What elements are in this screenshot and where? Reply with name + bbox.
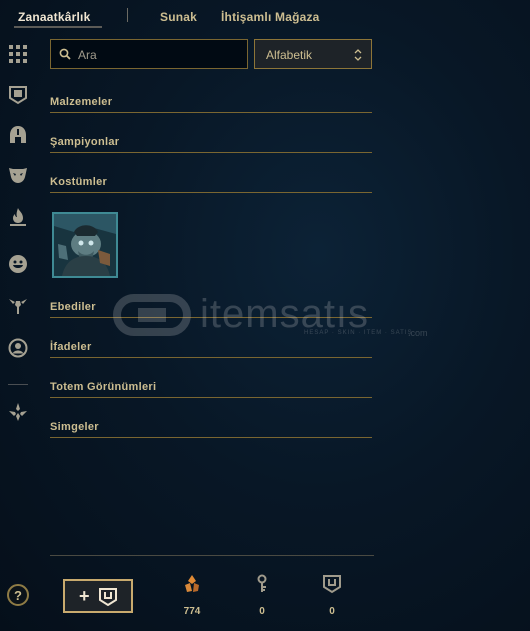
section-label: Şampiyonlar [50, 136, 120, 148]
section-label: İfadeler [50, 341, 92, 353]
totem-icon[interactable] [8, 296, 28, 316]
tab-prestige-shop[interactable]: İhtişamlı Mağaza [221, 10, 320, 24]
section-label: Malzemeler [50, 96, 113, 108]
chest-amount: 0 [329, 606, 335, 617]
key-amount: 0 [259, 606, 265, 617]
search-input[interactable]: Ara [78, 48, 97, 62]
orange-essence-amount: 774 [183, 606, 201, 617]
orange-essence-icon [185, 575, 199, 592]
chest-icon [99, 588, 117, 606]
watermark-subtext: HESAP · SKIN · ITEM · SATIŞ [304, 330, 413, 336]
section-label: Ebediler [50, 301, 96, 313]
watermark-domain: .com [408, 328, 428, 338]
section-emotes[interactable]: İfadeler [50, 341, 372, 358]
helmet-icon[interactable] [8, 125, 28, 145]
active-tab-underline [14, 26, 102, 28]
tab-altar[interactable]: Sunak [160, 10, 197, 24]
chest-icon [323, 575, 341, 594]
tab-divider [127, 8, 128, 22]
chest-icon[interactable] [8, 85, 28, 105]
section-label: Simgeler [50, 421, 99, 433]
section-champions[interactable]: Şampiyonlar [50, 136, 372, 153]
search-icon [59, 48, 71, 60]
section-materials[interactable]: Malzemeler [50, 96, 372, 113]
watermark-logo-icon [113, 294, 191, 336]
plus-label: + [79, 586, 90, 606]
orange-essence-counter: 774 [172, 574, 212, 617]
profile-icon[interactable] [8, 338, 28, 358]
sort-selected-value: Alfabetik [266, 48, 313, 62]
help-button[interactable]: ? [7, 584, 29, 606]
top-tabs: Zanaatkârlık Sunak İhtişamlı Mağaza [0, 0, 530, 34]
search-box[interactable]: Ara [50, 39, 248, 69]
flame-icon[interactable] [8, 207, 28, 227]
key-counter: 0 [242, 574, 282, 617]
section-label: Totem Görünümleri [50, 381, 157, 393]
rail-separator [8, 384, 28, 385]
skin-artwork [54, 214, 116, 276]
section-label: Kostümler [50, 176, 108, 188]
watermark: itemsatıs HESAP · SKIN · ITEM · SATIŞ .c… [112, 292, 428, 338]
skin-shard-item[interactable] [52, 212, 118, 278]
mask-icon[interactable] [8, 165, 28, 185]
summoner-icon[interactable] [8, 402, 28, 422]
updown-arrows-icon [354, 49, 362, 61]
section-ward-skins[interactable]: Totem Görünümleri [50, 381, 372, 398]
section-icons[interactable]: Simgeler [50, 421, 372, 438]
section-skins[interactable]: Kostümler [50, 176, 372, 193]
sort-dropdown[interactable]: Alfabetik [254, 39, 372, 69]
chest-counter: 0 [312, 574, 352, 617]
grid-icon[interactable] [8, 44, 28, 64]
emote-icon[interactable] [8, 254, 28, 274]
footer-divider [50, 555, 374, 556]
key-icon [257, 574, 267, 592]
add-chest-button[interactable]: + [63, 579, 133, 613]
tab-crafting[interactable]: Zanaatkârlık [18, 10, 90, 24]
